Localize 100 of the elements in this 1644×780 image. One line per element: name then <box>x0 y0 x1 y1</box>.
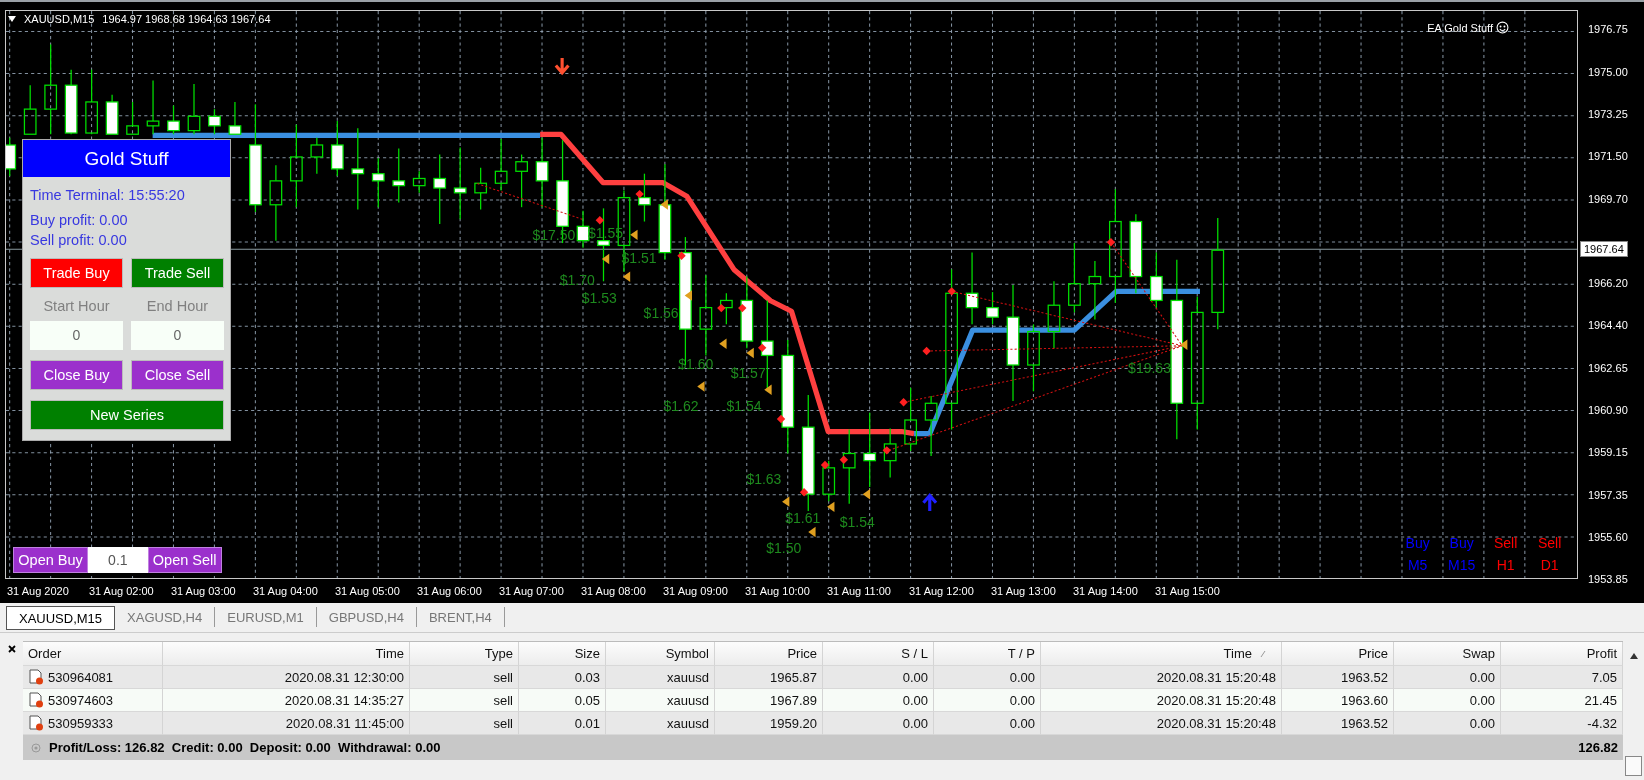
diamond-marker <box>947 287 956 296</box>
signal-label: Buy <box>1405 533 1430 553</box>
hour-field[interactable]: 0 <box>131 321 224 350</box>
diamond-marker <box>776 414 786 424</box>
profit-label: $1.70 <box>559 272 595 289</box>
close-button[interactable]: Close Buy <box>30 360 123 390</box>
lots-field[interactable]: 0.1 <box>87 547 148 574</box>
open-buy-button[interactable]: Open Buy <box>13 547 88 574</box>
time-tick: 31 Aug 02:00 <box>88 585 154 597</box>
diamond-marker <box>758 343 767 353</box>
hour-field[interactable]: 0 <box>30 321 123 350</box>
time-tick: 31 Aug 12:00 <box>908 585 974 597</box>
diamond-marker <box>899 398 908 407</box>
total-profit: 126.82 <box>1578 740 1618 755</box>
price-tick: 1962.65 <box>1588 361 1628 374</box>
scroll-up-icon[interactable] <box>1629 653 1638 659</box>
price-tick: 1973.25 <box>1588 108 1628 120</box>
timeframe-label: M15 <box>1448 555 1476 575</box>
candle <box>23 84 37 135</box>
triangle-marker <box>630 229 638 241</box>
down-arrow-icon <box>554 56 570 76</box>
candle <box>412 170 426 194</box>
chart-symbol: XAUUSD,M15 <box>24 13 95 25</box>
sort-icon <box>1260 649 1266 658</box>
timeframe-label: M5 <box>1407 555 1428 575</box>
candle <box>310 137 324 175</box>
profit-label: $1.56 <box>643 304 679 321</box>
field-label: End Hour <box>145 298 210 314</box>
signal-label: Sell <box>1538 533 1562 553</box>
timeframe-label: H1 <box>1496 555 1515 575</box>
field-label: Start Hour <box>42 298 111 314</box>
candle <box>228 101 242 135</box>
time-tick: 31 Aug 04:00 <box>252 585 318 597</box>
chart-tab[interactable]: EURUSD,M1 <box>215 607 317 627</box>
candle <box>904 387 917 452</box>
table-cell: 530959333 <box>48 715 114 731</box>
close-button[interactable]: Close Sell <box>131 360 224 390</box>
time-tick: 31 Aug 13:00 <box>991 585 1056 597</box>
dropdown-icon[interactable] <box>8 16 16 22</box>
candle <box>1068 242 1081 314</box>
chart-tab[interactable]: BRENT,H4 <box>416 607 505 627</box>
candle <box>64 69 78 135</box>
new-series-button[interactable]: New Series <box>30 400 224 430</box>
candle <box>6 137 17 177</box>
timeframe-label: D1 <box>1540 555 1559 575</box>
candle <box>1047 280 1061 349</box>
candle <box>883 427 897 479</box>
open-sell-button[interactable]: Open Sell <box>147 547 222 574</box>
candle <box>187 83 201 135</box>
time-tick: 31 Aug 09:00 <box>662 585 728 597</box>
time-tick: 31 Aug 06:00 <box>416 585 482 597</box>
price-tick: 1975.00 <box>1588 65 1628 78</box>
candle <box>535 137 549 208</box>
chart-tab[interactable]: GBPUSD,H4 <box>316 607 417 627</box>
trade-button[interactable]: Trade Sell <box>131 258 224 288</box>
triangle-marker <box>764 384 772 395</box>
candle <box>924 395 938 457</box>
order-icon <box>28 715 44 731</box>
price-tick: 1957.35 <box>1588 488 1628 501</box>
triangle-marker <box>862 489 871 500</box>
profit-label: $1.53 <box>581 290 617 307</box>
candle <box>433 153 447 225</box>
chart-tab[interactable]: XAUUSD,M15 <box>6 606 116 630</box>
candle <box>474 167 488 211</box>
diamond-marker <box>922 346 931 356</box>
scroll-thumb[interactable] <box>1625 756 1642 776</box>
chart-tab[interactable]: XAGUSD,H4 <box>115 607 216 627</box>
time-tick: 31 Aug 03:00 <box>170 585 236 597</box>
signal-label: Sell <box>1494 533 1518 553</box>
time-tick: 31 Aug 10:00 <box>744 585 810 597</box>
diamond-marker <box>717 303 726 313</box>
price-tick: 1960.90 <box>1588 403 1628 416</box>
table-cell: 530974603 <box>48 692 114 708</box>
candle <box>146 79 160 135</box>
triangle-marker <box>684 290 692 301</box>
triangle-marker <box>622 271 631 282</box>
summary-text: Profit/Loss: 126.82 Credit: 0.00 Deposit: 0.00 Withdrawal: 0.00 <box>49 740 442 755</box>
close-icon[interactable] <box>7 645 16 653</box>
time-tick: 31 Aug 08:00 <box>580 585 646 597</box>
profit-label: $1.50 <box>766 540 802 557</box>
diamond-marker <box>677 251 686 260</box>
smiley-icon[interactable] <box>1496 21 1509 34</box>
time-tick: 31 Aug 15:00 <box>1155 585 1220 597</box>
order-icon <box>28 669 44 685</box>
candle <box>208 108 221 135</box>
triangle-marker <box>808 526 816 538</box>
candle <box>822 460 836 502</box>
time-tick: 31 Aug 07:00 <box>498 585 564 597</box>
diamond-marker <box>738 303 747 313</box>
candle <box>1088 260 1102 321</box>
triangle-marker <box>719 338 727 349</box>
triangle-marker <box>782 496 790 507</box>
profit-label: $1.61 <box>785 509 821 526</box>
time-terminal: Time Terminal: 15:55:20 <box>30 187 186 203</box>
candle <box>515 153 528 208</box>
price-tick: 1976.75 <box>1588 23 1628 36</box>
candle <box>638 173 651 223</box>
price-tick: 1959.15 <box>1588 446 1628 459</box>
trade-button[interactable]: Trade Buy <box>30 258 123 288</box>
candle <box>576 210 590 249</box>
